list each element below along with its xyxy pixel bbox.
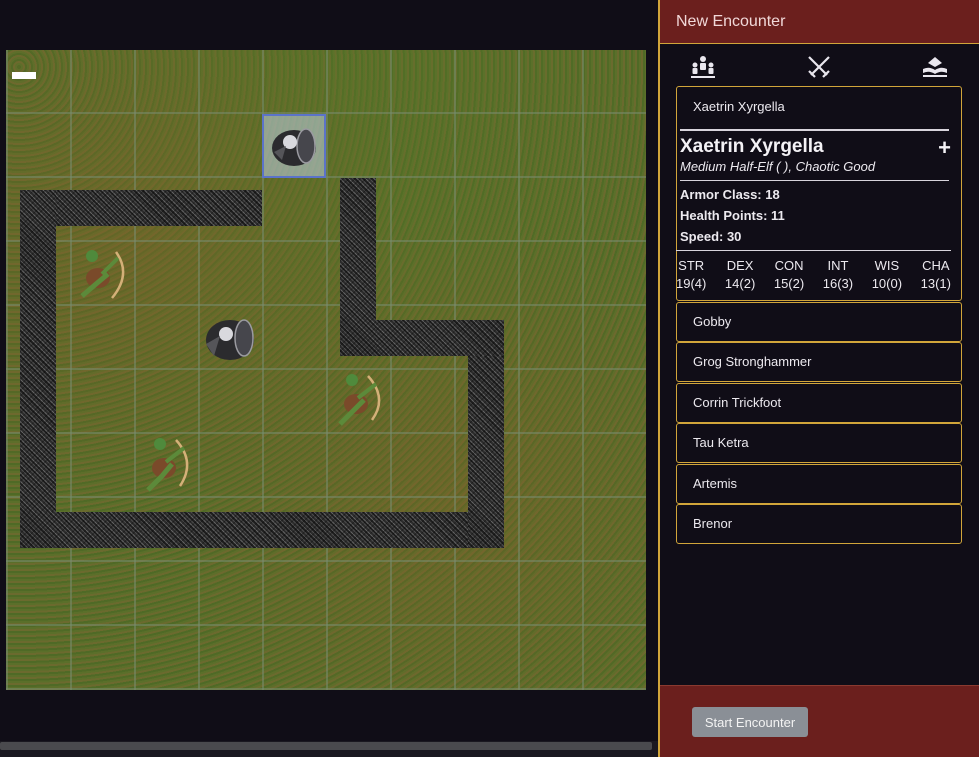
ability-cha: CHA 13(1): [920, 258, 951, 291]
add-creature-button[interactable]: +: [938, 135, 951, 161]
zoom-out-button[interactable]: [12, 72, 36, 79]
map-area: [0, 0, 658, 757]
crossed-swords-icon[interactable]: [806, 54, 832, 80]
panel-footer: Start Encounter: [660, 685, 979, 757]
goblin-archer-token[interactable]: [328, 370, 392, 434]
tool-row: [660, 44, 979, 86]
stone-wall: [340, 178, 376, 356]
open-book-icon[interactable]: [922, 54, 948, 80]
scrollbar-thumb[interactable]: [0, 742, 652, 750]
stone-wall: [20, 512, 504, 548]
creature-list-name[interactable]: Xaetrin Xyrgella: [677, 87, 961, 127]
armored-warrior-token[interactable]: [198, 306, 262, 370]
creature-name: Xaetrin Xyrgella: [680, 136, 824, 157]
encounter-app: New Encounter Xaetrin Xyrgella Xaetrin X…: [0, 0, 979, 757]
creature-subtitle: Medium Half-Elf ( ), Chaotic Good: [680, 159, 949, 181]
encounter-panel: New Encounter Xaetrin Xyrgella Xaetrin X…: [658, 0, 979, 757]
ability-scores: STR 19(4) DEX 14(2) CON 15(2) INT 16(3) WIS 1…: [676, 250, 951, 291]
party-icon[interactable]: [690, 54, 716, 80]
creature-card[interactable]: Artemis: [676, 464, 962, 504]
creature-name[interactable]: Corrin Trickfoot: [677, 384, 961, 422]
speed: Speed: 30: [680, 229, 742, 244]
creature-card[interactable]: Tau Ketra: [676, 423, 962, 463]
armored-warrior-token[interactable]: [262, 114, 326, 178]
armor-class: Armor Class: 18: [680, 187, 780, 202]
panel-title: New Encounter: [660, 0, 979, 44]
stone-wall: [20, 190, 262, 226]
stone-wall: [20, 190, 56, 548]
creature-name[interactable]: Brenor: [677, 505, 961, 543]
creature-detail: Xaetrin Xyrgella + Medium Half-Elf ( ), …: [676, 129, 951, 291]
health-points: Health Points: 11: [680, 208, 785, 223]
ability-int: INT 16(3): [822, 258, 854, 291]
ability-con: CON 15(2): [773, 258, 805, 291]
creature-name[interactable]: Grog Stronghammer: [677, 343, 961, 381]
goblin-archer-token[interactable]: [72, 244, 136, 308]
creature-card-selected[interactable]: Xaetrin Xyrgella Xaetrin Xyrgella + Medi…: [676, 86, 962, 301]
battle-map[interactable]: [6, 50, 646, 690]
ability-dex: DEX 14(2): [724, 258, 756, 291]
creature-name[interactable]: Gobby: [677, 303, 961, 341]
start-encounter-button[interactable]: Start Encounter: [692, 707, 808, 737]
creature-card[interactable]: Gobby: [676, 302, 962, 342]
ability-str: STR 19(4): [676, 258, 707, 291]
goblin-archer-token[interactable]: [136, 434, 200, 498]
creature-card[interactable]: Corrin Trickfoot: [676, 383, 962, 423]
creature-card[interactable]: Brenor: [676, 504, 962, 544]
ability-wis: WIS 10(0): [871, 258, 903, 291]
creature-name[interactable]: Artemis: [677, 465, 961, 503]
creature-card[interactable]: Grog Stronghammer: [676, 342, 962, 382]
creature-name[interactable]: Tau Ketra: [677, 424, 961, 462]
